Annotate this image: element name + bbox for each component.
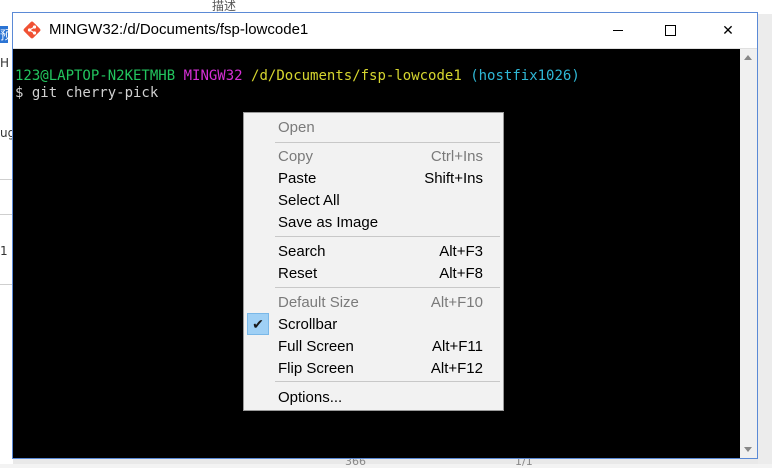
menu-separator [275, 287, 500, 288]
menu-separator [275, 236, 500, 237]
menu-item-shortcut: Alt+F11 [432, 338, 483, 355]
menu-item-save-as-image[interactable]: Save as Image [244, 211, 503, 233]
menu-item-label: Open [278, 119, 315, 136]
background-divider [0, 179, 13, 180]
prompt-system: MINGW32 [183, 68, 243, 84]
background-header-text: 描述 [212, 0, 237, 13]
context-menu: Open Copy Ctrl+Ins Paste Shift+Ins Selec… [243, 112, 504, 411]
menu-item-copy[interactable]: Copy Ctrl+Ins [244, 145, 503, 167]
menu-item-label: Save as Image [278, 214, 379, 231]
scroll-up-arrow-icon[interactable] [744, 55, 752, 60]
menu-item-label: Search [278, 243, 326, 260]
close-button[interactable]: ✕ [705, 13, 751, 48]
menu-item-full-screen[interactable]: Full Screen Alt+F11 [244, 335, 503, 357]
menu-item-flip-screen[interactable]: Flip Screen Alt+F12 [244, 357, 503, 379]
close-icon: ✕ [722, 22, 734, 39]
menu-item-paste[interactable]: Paste Shift+Ins [244, 167, 503, 189]
background-left-tab: 预 [0, 26, 8, 43]
menu-item-label: Paste [278, 170, 317, 187]
menu-item-label: Select All [278, 192, 340, 209]
git-icon [23, 21, 41, 39]
background-left-text: H [0, 56, 10, 70]
maximize-icon [664, 25, 676, 36]
menu-item-shortcut: Alt+F12 [430, 360, 483, 377]
background-divider [0, 214, 13, 215]
menu-item-search[interactable]: Search Alt+F3 [244, 240, 503, 262]
command-line: $ git cherry-pick [15, 85, 159, 101]
title-bar[interactable]: MINGW32:/d/Documents/fsp-lowcode1 ✕ [13, 13, 757, 49]
menu-separator [275, 381, 500, 382]
checkmark-icon: ✔ [247, 313, 269, 335]
maximize-button[interactable] [647, 13, 693, 48]
prompt-line: 123@LAPTOP-N2KETMHB MINGW32 /d/Documents… [15, 68, 580, 85]
window-title: MINGW32:/d/Documents/fsp-lowcode1 [49, 21, 309, 38]
menu-item-label: Default Size [278, 294, 359, 311]
menu-item-open[interactable]: Open [244, 116, 503, 138]
prompt-branch: (hostfix1026) [470, 68, 580, 84]
menu-item-reset[interactable]: Reset Alt+F8 [244, 262, 503, 284]
menu-item-label: Copy [278, 148, 314, 165]
menu-item-label: Scrollbar [278, 316, 338, 333]
prompt-path: /d/Documents/fsp-lowcode1 [251, 68, 462, 84]
menu-item-label: Flip Screen [278, 360, 354, 377]
menu-item-shortcut: Shift+Ins [424, 170, 483, 187]
menu-item-label: Options... [278, 389, 343, 406]
vertical-scrollbar[interactable] [740, 49, 757, 458]
menu-item-label: Full Screen [278, 338, 354, 355]
menu-item-options[interactable]: Options... [244, 386, 503, 408]
background-left-text: 1 [0, 244, 8, 258]
menu-separator [275, 142, 500, 143]
menu-item-shortcut: Ctrl+Ins [430, 148, 483, 165]
background-app-left-panel: 预 H ug 1 [0, 14, 15, 464]
minimize-button[interactable] [595, 13, 641, 48]
background-app-right-edge [757, 14, 772, 464]
menu-item-shortcut: Alt+F10 [430, 294, 483, 311]
menu-item-shortcut: Alt+F3 [439, 243, 483, 260]
minimize-icon [613, 30, 623, 31]
background-app-header: 描述 [0, 0, 772, 14]
menu-item-shortcut: Alt+F8 [439, 265, 483, 282]
menu-item-default-size[interactable]: Default Size Alt+F10 [244, 291, 503, 313]
prompt-user-host: 123@LAPTOP-N2KETMHB [15, 68, 176, 84]
menu-item-scrollbar[interactable]: ✔ Scrollbar [244, 313, 503, 335]
scroll-down-arrow-icon[interactable] [744, 447, 752, 452]
menu-item-label: Reset [278, 265, 318, 282]
menu-item-select-all[interactable]: Select All [244, 189, 503, 211]
background-divider [0, 284, 13, 285]
background-app-bottom-edge [13, 458, 758, 464]
